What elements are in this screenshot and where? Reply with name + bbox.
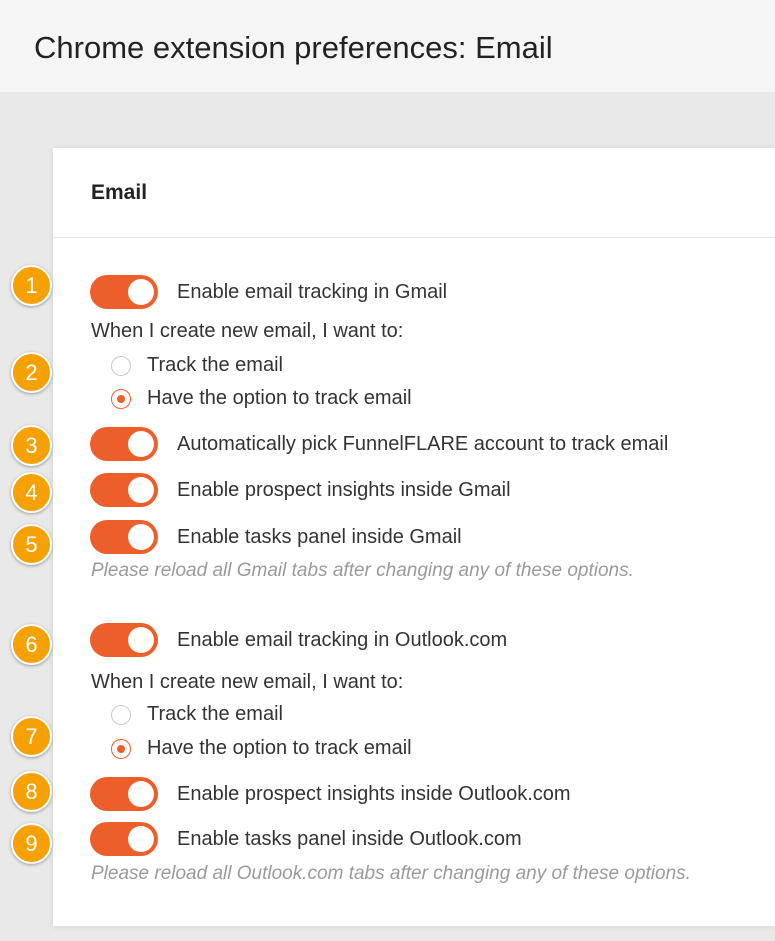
outlook-reload-note: Please reload all Outlook.com tabs after… <box>91 863 691 884</box>
gmail-new-email-prompt: When I create new email, I want to: <box>91 320 404 342</box>
outlook-prospect-insights-label: Enable prospect insights inside Outlook.… <box>177 783 571 805</box>
outlook-radio-track-email[interactable] <box>111 705 131 725</box>
gmail-tracking-toggle[interactable] <box>90 275 158 309</box>
outlook-radio-option-track[interactable] <box>111 739 131 759</box>
gmail-auto-pick-label: Automatically pick FunnelFLARE account t… <box>177 433 669 455</box>
email-settings-card: Email Enable email tracking in Gmail Whe… <box>53 148 775 926</box>
gmail-radio-track-email[interactable] <box>111 356 131 376</box>
toggle-knob <box>128 279 154 305</box>
page-header: Chrome extension preferences: Email <box>0 0 775 92</box>
annotation-badge-5: 5 <box>11 524 52 565</box>
toggle-knob <box>128 477 154 503</box>
toggle-knob <box>128 627 154 653</box>
annotation-badge-6: 6 <box>11 624 52 665</box>
gmail-radio-option-track-label: Have the option to track email <box>147 387 412 409</box>
outlook-radio-track-email-label: Track the email <box>147 703 283 725</box>
card-title: Email <box>91 181 148 204</box>
gmail-tracking-label: Enable email tracking in Gmail <box>177 281 448 303</box>
gmail-prospect-insights-label: Enable prospect insights inside Gmail <box>177 479 511 501</box>
outlook-tracking-toggle[interactable] <box>90 623 158 657</box>
gmail-tasks-panel-toggle[interactable] <box>90 520 158 554</box>
outlook-new-email-prompt: When I create new email, I want to: <box>91 671 404 693</box>
annotation-badge-3: 3 <box>11 425 52 466</box>
gmail-prospect-insights-toggle[interactable] <box>90 473 158 507</box>
toggle-knob <box>128 431 154 457</box>
outlook-tasks-panel-toggle[interactable] <box>90 822 158 856</box>
annotation-badge-9: 9 <box>11 823 52 864</box>
outlook-tasks-panel-label: Enable tasks panel inside Outlook.com <box>177 828 522 850</box>
gmail-tasks-panel-label: Enable tasks panel inside Gmail <box>177 526 462 548</box>
annotation-badge-2: 2 <box>11 352 52 393</box>
annotation-badge-4: 4 <box>11 472 52 513</box>
outlook-prospect-insights-toggle[interactable] <box>90 777 158 811</box>
radio-selected-dot <box>117 395 125 403</box>
page-title: Chrome extension preferences: Email <box>34 30 553 65</box>
annotation-badge-7: 7 <box>11 716 52 757</box>
radio-selected-dot <box>117 745 125 753</box>
gmail-auto-pick-toggle[interactable] <box>90 427 158 461</box>
outlook-radio-option-track-label: Have the option to track email <box>147 737 412 759</box>
gmail-reload-note: Please reload all Gmail tabs after chang… <box>91 560 634 581</box>
toggle-knob <box>128 524 154 550</box>
toggle-knob <box>128 781 154 807</box>
card-header: Email <box>53 148 775 238</box>
annotation-badge-8: 8 <box>11 771 52 812</box>
annotation-badge-1: 1 <box>11 265 52 306</box>
gmail-radio-option-track[interactable] <box>111 389 131 409</box>
outlook-tracking-label: Enable email tracking in Outlook.com <box>177 629 508 651</box>
toggle-knob <box>128 826 154 852</box>
gmail-radio-track-email-label: Track the email <box>147 354 283 376</box>
